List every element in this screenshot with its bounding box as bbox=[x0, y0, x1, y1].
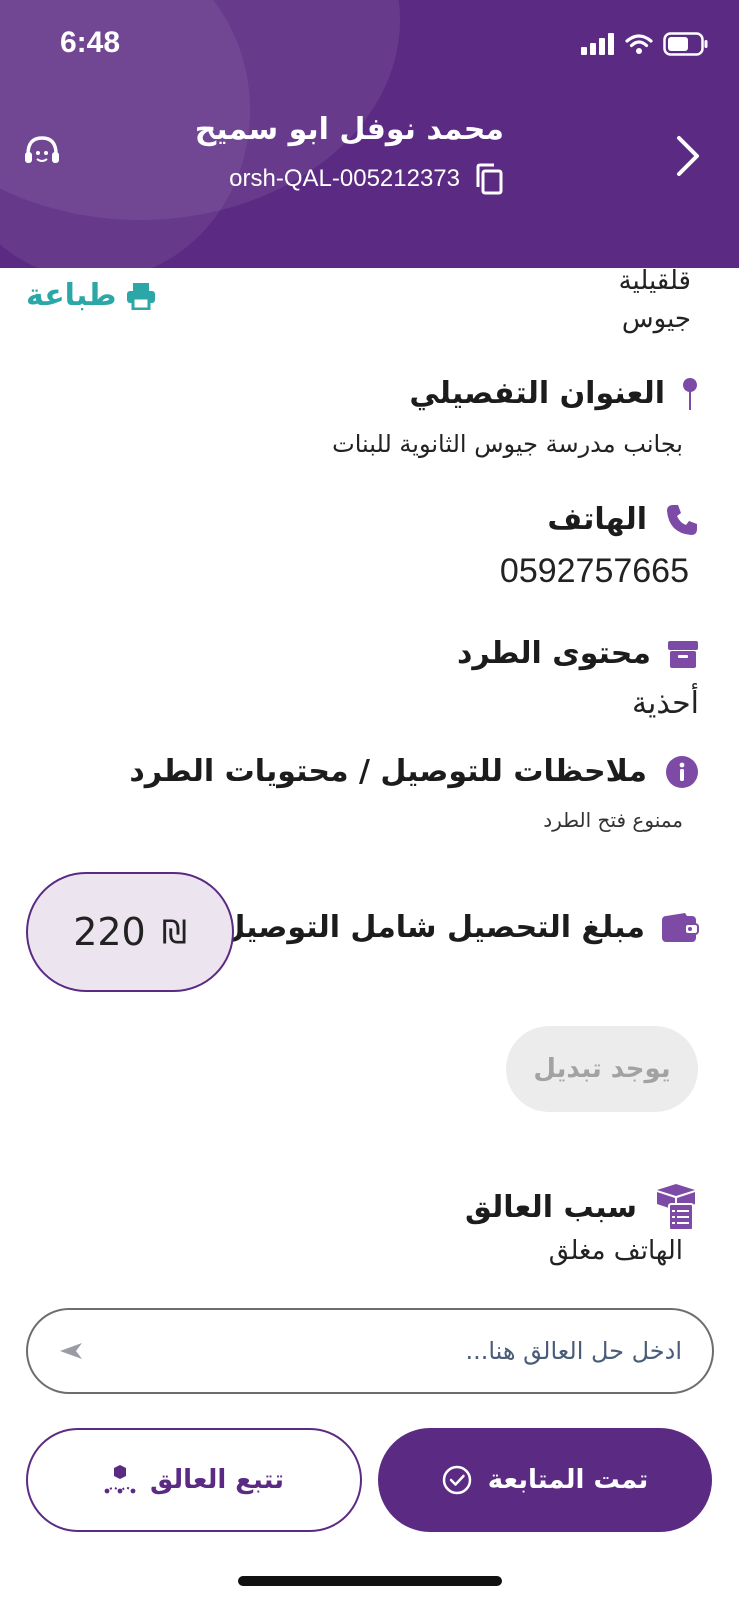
send-icon[interactable] bbox=[58, 1339, 84, 1363]
battery-icon bbox=[663, 32, 708, 56]
check-circle-icon bbox=[442, 1465, 472, 1495]
notes-value: ممنوع فتح الطرد bbox=[543, 808, 683, 832]
print-label: طباعة bbox=[26, 278, 117, 313]
track-hold-button[interactable]: تتبع العالق bbox=[26, 1428, 362, 1532]
city-name: قلقيلية bbox=[618, 266, 691, 296]
package-list-icon bbox=[657, 1184, 695, 1231]
support-headset-icon[interactable] bbox=[22, 132, 62, 172]
chevron-right-icon[interactable] bbox=[673, 134, 703, 178]
exchange-badge: يوجد تبديل bbox=[506, 1026, 698, 1112]
area-name: جيوس bbox=[621, 304, 691, 334]
notes-title: ملاحظات للتوصيل / محتويات الطرد bbox=[129, 754, 647, 789]
wallet-icon bbox=[662, 912, 699, 942]
amount-value: 220 bbox=[73, 910, 146, 954]
phone-number[interactable]: 0592757665 bbox=[500, 552, 689, 591]
currency-icon: ₪ bbox=[161, 913, 187, 951]
solution-placeholder: ادخل حل العالق هنا... bbox=[465, 1337, 682, 1365]
home-indicator bbox=[238, 1576, 502, 1586]
printer-icon bbox=[127, 282, 156, 310]
amount-pill: 220 ₪ bbox=[26, 872, 234, 992]
content-header: محتوى الطرد bbox=[457, 636, 699, 671]
info-icon bbox=[666, 755, 698, 788]
address-header: العنوان التفصيلي bbox=[409, 376, 699, 411]
address-title: العنوان التفصيلي bbox=[409, 376, 665, 411]
notes-header: ملاحظات للتوصيل / محتويات الطرد bbox=[129, 754, 699, 789]
phone-icon bbox=[667, 504, 697, 535]
package-icon bbox=[668, 640, 698, 668]
amount-header: مبلغ التحصيل شامل التوصيل bbox=[219, 910, 699, 945]
phone-header: الهاتف bbox=[547, 502, 699, 537]
status-time: 6:48 bbox=[60, 26, 121, 59]
content-title: محتوى الطرد bbox=[456, 636, 651, 671]
print-button[interactable]: طباعة bbox=[26, 278, 156, 313]
map-pin-icon bbox=[683, 377, 697, 410]
reference-row: orsh-QAL-005212373 bbox=[229, 163, 504, 195]
reference-code: orsh-QAL-005212373 bbox=[229, 165, 460, 192]
status-icons bbox=[581, 32, 709, 56]
content-value: أحذية bbox=[631, 686, 699, 721]
wifi-icon bbox=[625, 34, 653, 54]
customer-name: محمد نوفل ابو سميح bbox=[194, 112, 504, 147]
amount-title: مبلغ التحصيل شامل التوصيل bbox=[219, 910, 645, 945]
hold-reason-title: سبب العالق bbox=[464, 1189, 637, 1225]
mark-followed-button[interactable]: تمت المتابعة bbox=[378, 1428, 712, 1532]
mark-followed-label: تمت المتابعة bbox=[487, 1465, 649, 1495]
signal-icon bbox=[581, 33, 614, 55]
city-block: قلقيلية جيوس bbox=[619, 262, 691, 338]
copy-icon[interactable] bbox=[474, 163, 504, 195]
hold-reason-header: سبب العالق bbox=[465, 1182, 699, 1232]
address-value: بجانب مدرسة جيوس الثانوية للبنات bbox=[332, 430, 683, 458]
hold-reason-value: الهاتف مغلق bbox=[548, 1236, 683, 1266]
solution-input[interactable]: ادخل حل العالق هنا... bbox=[26, 1308, 714, 1394]
phone-title: الهاتف bbox=[547, 502, 647, 537]
app-header: 6:48 محمد نوفل ابو سميح orsh-QAL-0052123… bbox=[0, 0, 739, 268]
tracking-box-icon bbox=[104, 1465, 136, 1494]
track-hold-label: تتبع العالق bbox=[149, 1465, 285, 1495]
